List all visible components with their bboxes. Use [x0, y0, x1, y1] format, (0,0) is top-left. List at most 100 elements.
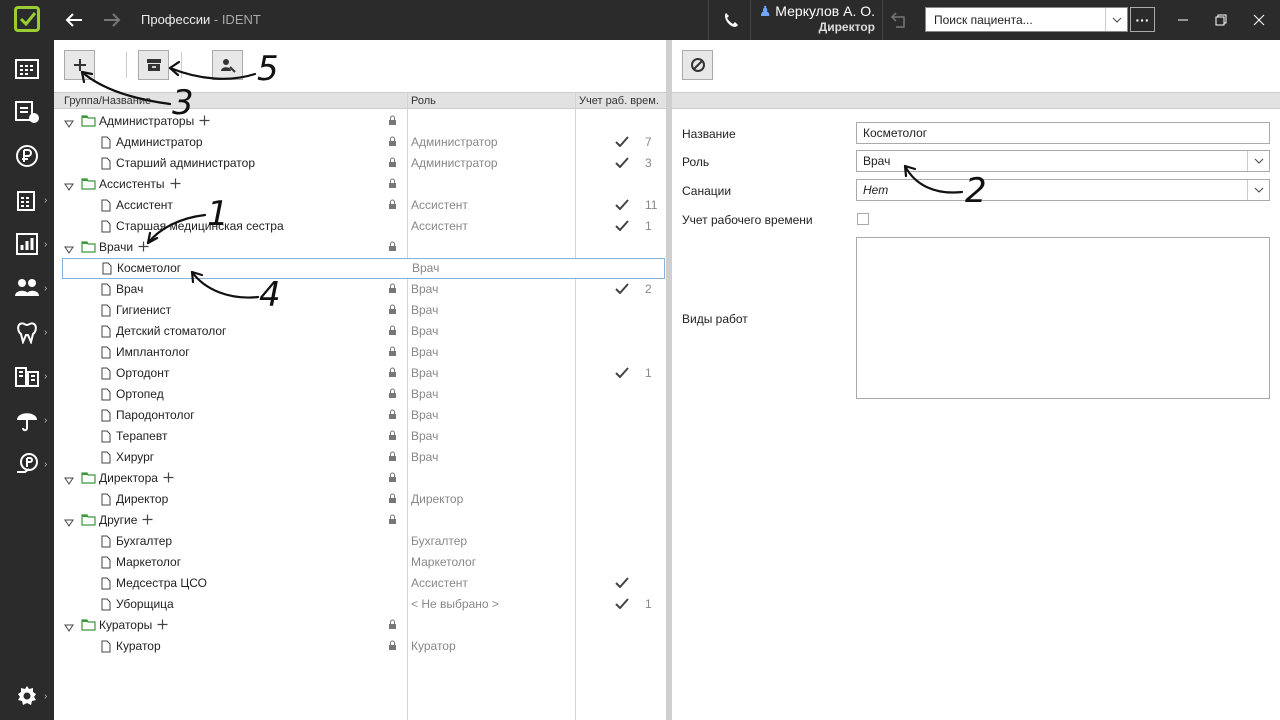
profession-name: Врач	[116, 282, 144, 296]
cash-register-icon	[17, 191, 35, 211]
cancel-button[interactable]	[682, 50, 713, 80]
sidebar-item-tasks[interactable]	[0, 90, 54, 134]
work-types-list[interactable]	[856, 237, 1270, 399]
column-role[interactable]: Роль	[411, 95, 436, 107]
hand-ruble-icon	[17, 453, 38, 473]
professions-panel: Группа/Название Роль Учет раб. врем. Адм…	[54, 40, 666, 720]
profession-row[interactable]: Бухгалтер Бухгалтер	[54, 531, 666, 552]
profession-row[interactable]: Врач Врач 2	[54, 279, 666, 300]
close-button[interactable]	[1246, 0, 1272, 40]
profession-row[interactable]: Медсестра ЦСО Ассистент	[54, 573, 666, 594]
expand-triangle-icon[interactable]	[64, 474, 74, 488]
phone-button[interactable]	[714, 0, 748, 40]
add-profession-icon[interactable]	[163, 472, 174, 486]
group-row[interactable]: Ассистенты	[54, 174, 666, 195]
patient-search-input[interactable]: Поиск пациента...	[925, 7, 1128, 32]
lock-icon	[388, 199, 397, 213]
group-row[interactable]: Директора	[54, 468, 666, 489]
profession-row[interactable]: Ортодонт Врач 1	[54, 363, 666, 384]
sidebar-item-reports[interactable]: ›	[0, 222, 54, 266]
group-row[interactable]: Другие	[54, 510, 666, 531]
chevron-right-icon: ›	[44, 370, 48, 382]
profession-name: Ортодонт	[116, 366, 170, 380]
column-time-tracking[interactable]: Учет раб. врем.	[579, 95, 659, 107]
group-row[interactable]: Кураторы	[54, 615, 666, 636]
profession-row[interactable]: Администратор Администратор 7	[54, 132, 666, 153]
sidebar-item-schedule[interactable]	[0, 46, 54, 90]
expand-triangle-icon[interactable]	[64, 516, 74, 530]
add-profession-icon[interactable]	[199, 115, 210, 129]
profession-row[interactable]: Хирург Врач	[54, 447, 666, 468]
chevron-down-icon[interactable]	[1247, 180, 1269, 200]
sidebar-item-settings[interactable]: ›	[0, 674, 54, 718]
sanction-select[interactable]: Нет	[856, 179, 1270, 201]
profession-role: Врач	[411, 345, 439, 359]
role-select[interactable]: Врач	[856, 150, 1270, 172]
profession-row[interactable]: Гигиенист Врач	[54, 300, 666, 321]
add-profession-icon[interactable]	[157, 619, 168, 633]
profession-row[interactable]: Детский стоматолог Врач	[54, 321, 666, 342]
add-group-button[interactable]	[64, 50, 95, 80]
user-box[interactable]: ♟ Меркулов А. О. Директор	[755, 3, 875, 34]
check-logo-icon	[19, 12, 37, 27]
expand-triangle-icon[interactable]	[64, 180, 74, 194]
more-button[interactable]: ···	[1130, 7, 1155, 32]
sidebar-item-dental[interactable]: ›	[0, 310, 54, 354]
profession-name: Директор	[116, 492, 169, 506]
minimize-button[interactable]	[1170, 0, 1196, 40]
lock-icon	[388, 325, 397, 339]
user-settings-button[interactable]	[212, 50, 243, 80]
sidebar-item-warehouse[interactable]: ›	[0, 354, 54, 398]
lock-icon	[388, 136, 397, 150]
expand-triangle-icon[interactable]	[64, 117, 74, 131]
group-row[interactable]: Врачи	[54, 237, 666, 258]
restore-button[interactable]	[1208, 0, 1234, 40]
profession-row[interactable]: Куратор Куратор	[54, 636, 666, 657]
sidebar-item-cashbox[interactable]: ›	[0, 178, 54, 222]
profession-row[interactable]: Ортопед Врач	[54, 384, 666, 405]
profession-name: Ассистент	[116, 198, 173, 212]
document-icon	[102, 262, 112, 278]
gear-icon	[18, 686, 36, 705]
document-icon	[101, 640, 111, 656]
employee-count: 11	[645, 198, 658, 212]
separator	[750, 0, 751, 40]
profession-row[interactable]: Косметолог Врач	[62, 258, 665, 279]
group-row[interactable]: Администраторы	[54, 111, 666, 132]
profession-row[interactable]: Терапевт Врач	[54, 426, 666, 447]
expand-triangle-icon[interactable]	[64, 621, 74, 635]
profession-row[interactable]: Маркетолог Маркетолог	[54, 552, 666, 573]
add-profession-icon[interactable]	[142, 514, 153, 528]
phone-icon	[725, 13, 738, 27]
archive-button[interactable]	[138, 50, 169, 80]
sidebar-item-insurance[interactable]: ›	[0, 398, 54, 442]
lock-icon	[388, 367, 397, 381]
time-tracking-checkbox[interactable]	[857, 213, 869, 225]
lock-icon	[388, 304, 397, 318]
expand-triangle-icon[interactable]	[64, 243, 74, 257]
column-group-name[interactable]: Группа/Название	[64, 95, 151, 107]
sidebar-item-finance[interactable]	[0, 134, 54, 178]
close-icon	[1253, 14, 1265, 26]
profession-row[interactable]: Старший администратор Администратор 3	[54, 153, 666, 174]
chevron-down-icon[interactable]	[1105, 8, 1127, 31]
profession-row[interactable]: Старшая медицинская сестра Ассистент 1	[54, 216, 666, 237]
profession-row[interactable]: Директор Директор	[54, 489, 666, 510]
add-profession-icon[interactable]	[170, 178, 181, 192]
forward-button[interactable]	[98, 0, 126, 40]
profession-row[interactable]: Уборщица < Не выбрано > 1	[54, 594, 666, 615]
sidebar-item-payments[interactable]: ›	[0, 442, 54, 486]
sidebar-item-staff[interactable]: ›	[0, 266, 54, 310]
profession-row[interactable]: Пародонтолог Врач	[54, 405, 666, 426]
history-button[interactable]	[886, 0, 916, 40]
calendar-grid-icon	[15, 59, 39, 79]
back-button[interactable]	[60, 0, 88, 40]
add-profession-icon[interactable]	[138, 241, 149, 255]
profession-row[interactable]: Ассистент Ассистент 11	[54, 195, 666, 216]
name-field[interactable]: Косметолог	[856, 122, 1270, 144]
umbrella-icon	[17, 413, 37, 432]
chevron-down-icon[interactable]	[1247, 151, 1269, 171]
app-logo[interactable]	[0, 0, 54, 40]
profession-row[interactable]: Имплантолог Врач	[54, 342, 666, 363]
folder-icon	[81, 240, 96, 256]
